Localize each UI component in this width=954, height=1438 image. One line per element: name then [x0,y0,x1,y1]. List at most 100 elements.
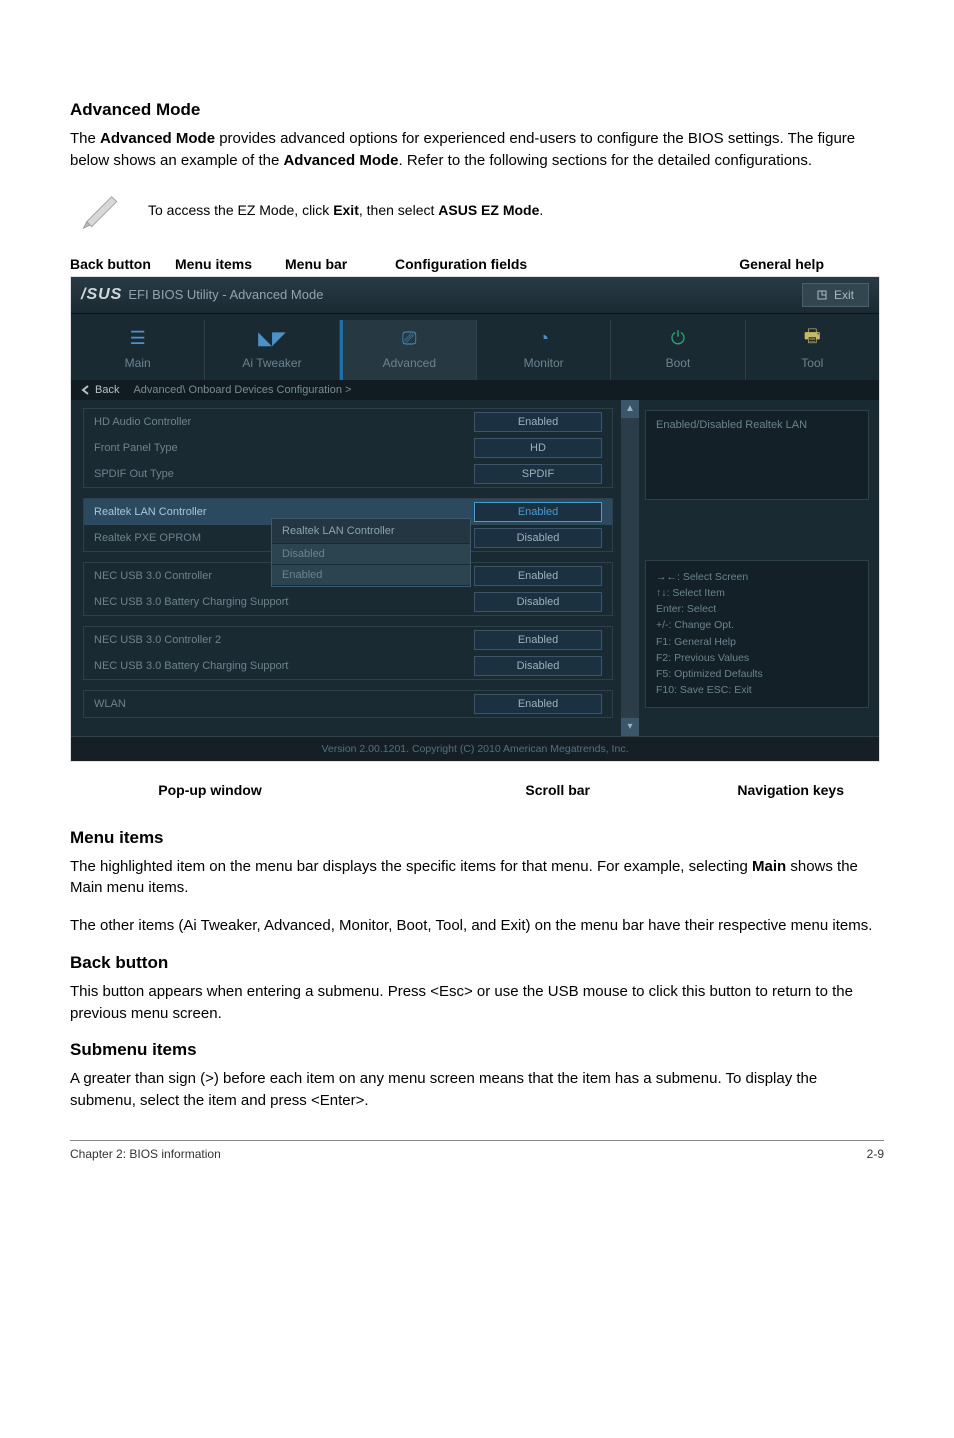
tab-label: Ai Tweaker [242,356,301,370]
paragraph: The other items (Ai Tweaker, Advanced, M… [70,915,884,937]
setting-value[interactable]: Enabled [474,566,602,586]
bios-titlebar: /SUS EFI BIOS Utility - Advanced Mode Ex… [71,277,879,314]
footer-page-number: 2-9 [867,1147,884,1161]
text: . [539,202,543,218]
setting-label: NEC USB 3.0 Battery Charging Support [84,596,474,608]
text: , then select [359,202,438,218]
bios-section: HD Audio Controller Enabled Front Panel … [83,408,613,488]
setting-row[interactable]: Front Panel Type HD [84,435,612,461]
bios-footer: Version 2.00.1201. Copyright (C) 2010 Am… [71,736,879,761]
bios-exit-button[interactable]: Exit [802,283,869,307]
nav-line: F1: General Help [656,634,858,650]
top-labels-row: Back button Menu items Menu bar Configur… [70,250,884,276]
paragraph: This button appears when entering a subm… [70,981,884,1025]
label-menu-items: Menu items [175,256,285,272]
setting-value[interactable]: SPDIF [474,464,602,484]
setting-value[interactable]: Disabled [474,656,602,676]
paragraph: A greater than sign (>) before each item… [70,1068,884,1112]
text-strong: Exit [333,202,359,218]
setting-row[interactable]: WLAN Enabled [84,691,612,717]
back-arrow-icon [81,385,91,395]
tab-advanced[interactable]: ⎚ Advanced [340,320,477,380]
popup-option[interactable]: Disabled [272,544,470,564]
setting-row[interactable]: NEC USB 3.0 Battery Charging Support Dis… [84,589,612,615]
nav-line: Enter: Select [656,601,858,617]
text: The highlighted item on the menu bar dis… [70,858,752,875]
nav-line: F10: Save ESC: Exit [656,682,858,698]
tip-text: To access the EZ Mode, click Exit, then … [130,202,543,218]
tab-label: Tool [801,356,823,370]
text-strong: Main [752,858,786,875]
setting-row[interactable]: NEC USB 3.0 Battery Charging Support Dis… [84,653,612,679]
exit-icon [817,290,827,300]
bios-tab-row: ☰ Main ◣◤ Ai Tweaker ⎚ Advanced ◔ Monito… [71,314,879,380]
setting-value[interactable]: Enabled [474,502,602,522]
setting-value[interactable]: Enabled [474,694,602,714]
label-back-button: Back button [70,256,175,272]
tab-label: Main [125,356,151,370]
monitor-icon: ◔ [481,328,606,350]
label-navkeys: Navigation keys [590,782,884,798]
setting-row[interactable]: NEC USB 3.0 Controller 2 Enabled [84,627,612,653]
setting-label: SPDIF Out Type [84,468,474,480]
nav-line: F2: Previous Values [656,650,858,666]
note-icon [70,188,130,232]
setting-label: Realtek LAN Controller [84,506,474,518]
heading-advanced-mode: Advanced Mode [70,100,884,120]
scroll-up-arrow[interactable]: ▲ [621,400,639,418]
setting-label: Front Panel Type [84,442,474,454]
label-scrollbar: Scroll bar [390,782,590,798]
tab-label: Monitor [524,356,564,370]
heading-back-button: Back button [70,953,884,973]
nav-line: F5: Optimized Defaults [656,666,858,682]
setting-value[interactable]: Enabled [474,630,602,650]
text: . Refer to the following sections for th… [399,152,813,169]
page-footer: Chapter 2: BIOS information 2-9 [70,1140,884,1161]
tool-icon: 🖶 [750,328,875,350]
paragraph-advanced-mode: The Advanced Mode provides advanced opti… [70,128,884,172]
nav-line: +/-: Change Opt. [656,617,858,633]
label-menu-bar: Menu bar [285,256,395,272]
bios-section: WLAN Enabled [83,690,613,718]
power-icon: ⏻ [615,328,740,350]
setting-value[interactable]: HD [474,438,602,458]
tab-main[interactable]: ☰ Main [71,320,205,380]
setting-label: NEC USB 3.0 Controller 2 [84,634,474,646]
tab-label: Advanced [383,356,436,370]
setting-row[interactable]: SPDIF Out Type SPDIF [84,461,612,487]
bottom-labels-row: Pop-up window Scroll bar Navigation keys [70,766,884,828]
tab-ai-tweaker[interactable]: ◣◤ Ai Tweaker [205,320,339,380]
setting-value[interactable]: Enabled [474,412,602,432]
text-strong: Advanced Mode [283,152,398,169]
scrollbar[interactable]: ▲ ▾ [621,400,639,736]
scroll-down-arrow[interactable]: ▾ [621,718,639,736]
bios-section: NEC USB 3.0 Controller 2 Enabled NEC USB… [83,626,613,680]
heading-menu-items: Menu items [70,828,884,848]
popup-option[interactable]: Enabled [272,565,470,585]
setting-value[interactable]: Disabled [474,528,602,548]
tab-tool[interactable]: 🖶 Tool [746,320,879,380]
setting-label: NEC USB 3.0 Battery Charging Support [84,660,474,672]
scroll-track[interactable] [621,418,639,718]
tip-callout: To access the EZ Mode, click Exit, then … [70,188,884,232]
text-strong: Advanced Mode [100,130,215,147]
navigation-keys-panel: →←: Select Screen ↑↓: Select Item Enter:… [645,560,869,708]
tab-monitor[interactable]: ◔ Monitor [477,320,611,380]
setting-label: HD Audio Controller [84,416,474,428]
exit-label: Exit [834,288,854,302]
text: The [70,130,100,147]
paragraph: The highlighted item on the menu bar dis… [70,856,884,900]
label-popup: Pop-up window [70,782,350,798]
footer-chapter: Chapter 2: BIOS information [70,1147,221,1161]
bios-breadcrumb-row: Back Advanced\ Onboard Devices Configura… [71,380,879,400]
bios-content-pane: HD Audio Controller Enabled Front Panel … [71,400,621,736]
list-icon: ☰ [75,328,200,350]
setting-value[interactable]: Disabled [474,592,602,612]
dropdown-popup: Realtek LAN Controller Disabled Enabled [271,518,471,587]
tab-boot[interactable]: ⏻ Boot [611,320,745,380]
breadcrumb: Advanced\ Onboard Devices Configuration … [133,384,351,396]
setting-label: WLAN [84,698,474,710]
setting-row[interactable]: HD Audio Controller Enabled [84,409,612,435]
bios-back-button[interactable]: Back [81,384,119,396]
label-general-help: General help [595,256,884,272]
